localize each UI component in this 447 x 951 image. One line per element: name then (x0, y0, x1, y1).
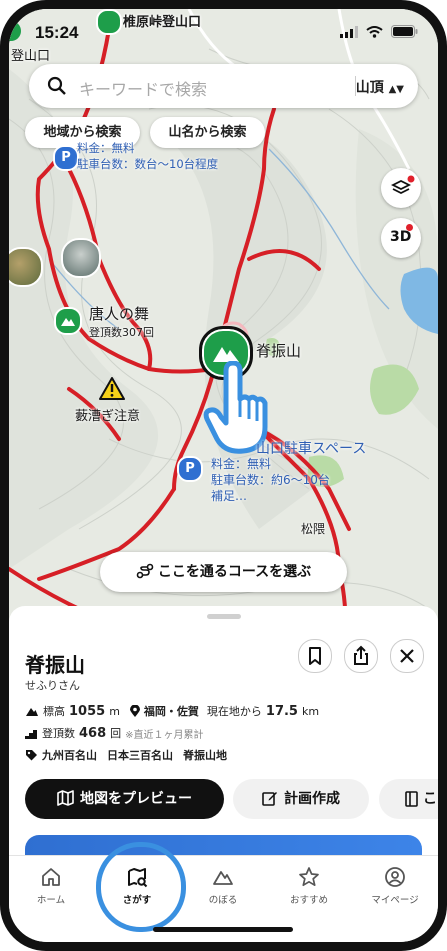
tab-recommend-label: おすすめ (289, 895, 328, 906)
karabito-peak-marker[interactable] (54, 307, 82, 335)
mountain-icon (213, 871, 233, 885)
tab-mypage-label: マイページ (371, 895, 419, 906)
poi-top-label: 椎原峠登山口 (123, 15, 202, 30)
map-preview-button[interactable]: 地図をプレビュー (25, 779, 224, 819)
karabito-label: 唐人の舞 (89, 305, 150, 323)
parking-top-spaces: 駐車台数：数台〜10台程度 (77, 157, 219, 171)
region-label: 福岡・佐賀 (143, 705, 199, 718)
signal-icon (340, 25, 358, 38)
parking-marker-top[interactable]: P (53, 145, 79, 171)
select-course-button[interactable]: ここを通るコースを選ぶ (100, 552, 347, 592)
tag-item[interactable]: 九州百名山 (42, 747, 97, 763)
select-course-label: ここを通るコースを選ぶ (157, 564, 312, 580)
close-icon (400, 649, 414, 663)
more-action-button[interactable]: こ (379, 779, 438, 819)
route-icon (136, 563, 154, 579)
climbs-value: 468 (79, 725, 107, 741)
climbs-unit: 回 (110, 727, 122, 740)
elevation-row: 標高 1055 m 福岡・佐賀 現在地から 17.5 km (25, 703, 319, 719)
tab-highlight-ring (96, 842, 186, 932)
book-icon (405, 791, 418, 807)
distance-label: 現在地から (206, 705, 262, 718)
distance-value: 17.5 (265, 703, 298, 719)
place-matsukuma: 松隈 (301, 522, 326, 536)
elevation-unit: m (109, 704, 120, 718)
plan-create-label: 計画作成 (284, 791, 340, 807)
tags-row: 九州百名山 日本三百名山 脊振山地 (25, 747, 227, 763)
climbs-note: ※直近１ヶ月累計 (125, 729, 204, 741)
wifi-icon (366, 25, 383, 38)
status-icons (340, 25, 418, 38)
phone-frame: 15:24 椎原峠登山口 登山口 キーワードで検索 山頂 ▲▼ 地域から検索 山… (0, 0, 447, 951)
warning-label: 藪漕ぎ注意 (75, 409, 141, 424)
home-icon (42, 868, 60, 886)
edit-icon (262, 792, 277, 806)
plan-create-button[interactable]: 計画作成 (233, 779, 369, 819)
search-bar[interactable]: キーワードで検索 山頂 ▲▼ (29, 64, 418, 108)
parking-marker[interactable]: P (177, 456, 203, 482)
3d-toggle-button[interactable]: 3D (381, 218, 421, 258)
share-icon (354, 645, 368, 665)
tag-icon (26, 749, 37, 760)
climbs-label: 登頂数 (42, 727, 75, 740)
warning-icon[interactable] (98, 376, 126, 401)
parking-more: 補足… (211, 489, 248, 503)
tab-recommend[interactable]: おすすめ (269, 866, 349, 906)
sheet-drag-handle[interactable] (207, 614, 241, 619)
distance-unit: km (301, 704, 320, 718)
steps-icon (25, 730, 37, 739)
peak-detail-sheet: 脊振山 せふりさん 標高 1055 m 福岡・佐賀 現在地から 17.5 km 登頂… (9, 606, 438, 865)
layers-button[interactable] (381, 168, 421, 208)
name-search-chip[interactable]: 山名から検索 (150, 117, 265, 148)
mountain-icon (26, 708, 38, 716)
bookmark-icon (309, 647, 321, 665)
search-scope-select[interactable]: 山頂 ▲▼ (356, 77, 404, 97)
app-screen: 15:24 椎原峠登山口 登山口 キーワードで検索 山頂 ▲▼ 地域から検索 山… (9, 9, 438, 942)
3d-toggle-label: 3D (390, 229, 412, 245)
status-bar: 15:24 (9, 9, 438, 53)
tab-climb[interactable]: のぼる (183, 866, 263, 906)
star-icon (299, 867, 319, 887)
more-action-label: こ (423, 791, 437, 807)
tag-item[interactable]: 日本三百名山 (107, 747, 173, 763)
share-button[interactable] (344, 639, 378, 673)
tab-home[interactable]: ホーム (11, 866, 91, 906)
peak-reading: せふりさん (25, 679, 80, 692)
search-input[interactable]: キーワードで検索 (79, 76, 207, 100)
poi-top-left-label: 登山口 (11, 49, 51, 64)
search-scope-label: 山頂 (355, 80, 384, 96)
battery-icon (391, 25, 418, 38)
parking-name: 山口駐車スペース (256, 441, 367, 457)
layers-icon (390, 174, 416, 195)
tab-climb-label: のぼる (208, 895, 238, 906)
search-icon (47, 76, 66, 95)
poi-top-marker[interactable] (96, 9, 122, 35)
peak-name: 脊振山 (25, 653, 85, 677)
map-preview-label: 地図をプレビュー (80, 791, 192, 807)
location-pin-icon (129, 704, 140, 717)
close-button[interactable] (390, 639, 424, 673)
selected-peak-label: 脊振山 (256, 342, 302, 360)
parking-top-fee: 料金：無料 (77, 141, 135, 155)
photo-thumbnail[interactable] (61, 238, 101, 278)
parking-spaces: 駐車台数：約6〜10台 (211, 473, 330, 487)
bookmark-button[interactable] (298, 639, 332, 673)
mountain-icon (61, 318, 75, 326)
home-indicator (153, 927, 293, 932)
map-icon (57, 790, 74, 806)
tab-home-label: ホーム (36, 895, 66, 906)
climbs-row: 登頂数 468 回 ※直近１ヶ月累計 (25, 725, 204, 741)
tag-item[interactable]: 脊振山地 (183, 747, 227, 763)
tab-mypage[interactable]: マイページ (355, 866, 435, 906)
photo-thumbnail[interactable] (9, 247, 43, 287)
sort-arrows-icon: ▲▼ (388, 84, 404, 95)
elevation-value: 1055 (69, 703, 106, 719)
notification-dot (406, 224, 413, 231)
user-icon (385, 867, 405, 887)
parking-fee: 料金：無料 (211, 457, 272, 471)
elevation-label: 標高 (43, 705, 65, 718)
status-time: 15:24 (35, 23, 79, 42)
karabito-count: 登頂数307回 (89, 326, 154, 339)
